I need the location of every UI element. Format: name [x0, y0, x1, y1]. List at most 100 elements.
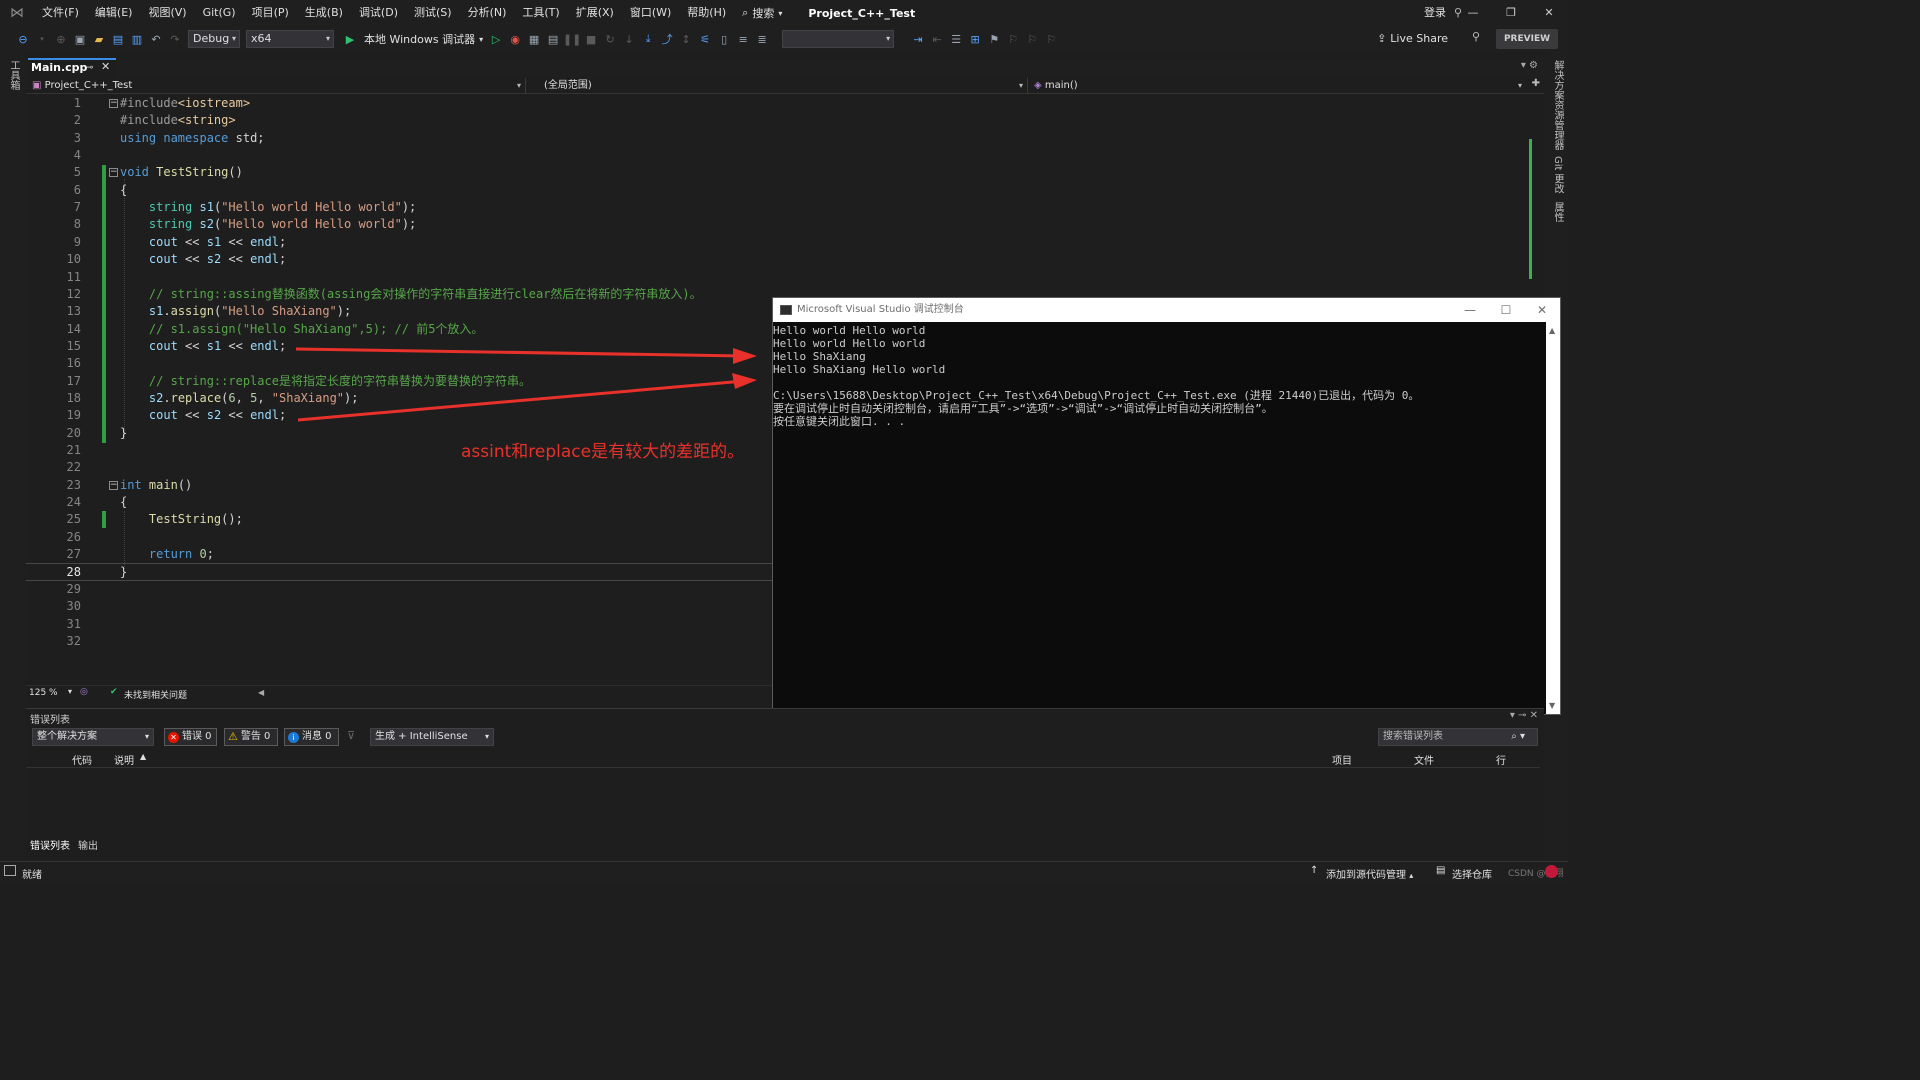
menu-item-1[interactable]: 编辑(E) — [87, 0, 141, 26]
redo-icon[interactable]: ↷ — [166, 30, 184, 48]
collapse-icon[interactable]: − — [109, 99, 118, 108]
start-without-debugging-icon[interactable]: ▷ — [487, 30, 505, 48]
menu-item-10[interactable]: 扩展(X) — [568, 0, 622, 26]
document-icon[interactable]: ▯ — [715, 30, 733, 48]
messages-filter-button[interactable]: i 消息 0 — [284, 728, 339, 746]
platform-select[interactable]: x64 ▾ — [246, 30, 334, 48]
diagnostics-icon[interactable]: ⚟ — [696, 30, 714, 48]
open-folder-icon[interactable]: ▰ — [90, 30, 108, 48]
code-line[interactable]: 5 − void TestString() — [26, 164, 1526, 181]
menu-item-11[interactable]: 窗口(W) — [622, 0, 679, 26]
console-minimize-button[interactable]: — — [1452, 298, 1488, 322]
close-button[interactable]: ✕ — [1530, 0, 1568, 26]
menu-item-9[interactable]: 工具(T) — [514, 0, 567, 26]
toolbox-tab[interactable]: 工具箱 — [7, 60, 19, 90]
pin-icon[interactable]: ⊸ — [86, 60, 94, 76]
browse-icon[interactable]: ▦ — [525, 30, 543, 48]
code-line[interactable]: 11 — [26, 269, 1526, 286]
login-button[interactable]: 登录 — [1424, 0, 1446, 26]
menu-item-2[interactable]: 视图(V) — [140, 0, 194, 26]
stop-icon[interactable]: ■ — [582, 30, 600, 48]
debug-console-window[interactable]: Microsoft Visual Studio 调试控制台 — ☐ ✕ Hell… — [772, 297, 1561, 715]
split-icon[interactable]: ✚ — [1532, 78, 1540, 89]
scroll-left-icon[interactable]: ◀ — [258, 688, 264, 697]
member-dropdown[interactable]: ◈ main() ▾ — [1030, 78, 1526, 94]
add-to-source-control-button[interactable]: 添加到源代码管理 ▴ — [1326, 866, 1413, 881]
search-menu[interactable]: ⌕ 搜索 ▾ — [734, 5, 790, 21]
column-line[interactable]: 行 — [1496, 752, 1506, 767]
error-list-search-input[interactable]: 搜索错误列表 ⌕ ▾ — [1378, 728, 1538, 746]
console-maximize-button[interactable]: ☐ — [1488, 298, 1524, 322]
zoom-level[interactable]: 125 % — [29, 688, 58, 698]
properties-tab[interactable]: 属性 — [1550, 202, 1565, 222]
comment-icon[interactable]: ≡ — [734, 30, 752, 48]
feedback-icon[interactable]: ⚲ — [1472, 30, 1480, 43]
menu-item-7[interactable]: 测试(S) — [406, 0, 460, 26]
hot-reload-icon[interactable]: ◉ — [506, 30, 524, 48]
code-line[interactable]: 1 − #include<iostream> — [26, 95, 1526, 112]
step-over-icon[interactable]: ↓ — [620, 30, 638, 48]
menu-item-12[interactable]: 帮助(H) — [679, 0, 734, 26]
pause-icon[interactable]: ❚❚ — [563, 30, 581, 48]
toggle-icon[interactable]: ⊞ — [966, 30, 984, 48]
filter-icon[interactable]: ⊽ — [347, 729, 355, 742]
git-changes-tab[interactable]: Git 更改 — [1550, 156, 1565, 194]
outdent-icon[interactable]: ⇤ — [928, 30, 946, 48]
restore-button[interactable]: ❐ — [1492, 0, 1530, 26]
step-back-icon[interactable]: ↕ — [677, 30, 695, 48]
menu-item-5[interactable]: 生成(B) — [297, 0, 351, 26]
column-code[interactable]: 代码 — [72, 752, 92, 767]
step-into-icon[interactable]: ⤓ — [639, 30, 657, 48]
menu-item-6[interactable]: 调试(D) — [351, 0, 406, 26]
bookmark-icon[interactable]: ⚑ — [985, 30, 1003, 48]
menu-item-0[interactable]: 文件(F) — [34, 0, 87, 26]
tab-output[interactable]: 输出 — [74, 840, 102, 856]
visual-studio-logo-icon[interactable]: ⋈ — [0, 0, 34, 26]
scope-select[interactable]: 整个解决方案 ▾ — [32, 728, 154, 746]
code-line[interactable]: 9 cout << s1 << endl; — [26, 234, 1526, 251]
errors-filter-button[interactable]: ✕ 错误 0 — [164, 728, 217, 746]
chevron-down-icon[interactable]: ▾ — [68, 687, 72, 696]
warnings-filter-button[interactable]: ⚠ 警告 0 — [224, 728, 278, 746]
code-line[interactable]: 7 string s1("Hello world Hello world"); — [26, 199, 1526, 216]
step-out-icon[interactable]: ⤴ — [658, 30, 676, 48]
column-description[interactable]: 说明 — [114, 752, 134, 767]
collapse-icon[interactable]: − — [109, 480, 118, 490]
close-icon[interactable]: ✕ — [101, 59, 110, 75]
collapse-icon[interactable]: − — [109, 168, 118, 178]
start-debugging-button[interactable]: ▶ 本地 Windows 调试器 ▾ — [341, 30, 483, 48]
live-share-button[interactable]: ⇪ Live Share — [1377, 26, 1448, 52]
layout-icon[interactable]: ▤ — [544, 30, 562, 48]
notification-icon[interactable] — [1545, 865, 1558, 878]
undo-icon[interactable]: ↶ — [147, 30, 165, 48]
save-all-icon[interactable]: ▥ — [128, 30, 146, 48]
intellicode-icon[interactable]: ◎ — [80, 687, 88, 697]
console-close-button[interactable]: ✕ — [1524, 298, 1560, 322]
code-line[interactable]: 8 string s2("Hello world Hello world"); — [26, 216, 1526, 233]
find-combo[interactable]: ▾ — [782, 30, 895, 48]
solution-explorer-tab[interactable]: 解决方案资源管理器 — [1550, 60, 1565, 150]
code-line[interactable]: 10 cout << s2 << endl; — [26, 251, 1526, 268]
panel-controls-icon[interactable]: ▾ ⊸ ✕ — [1510, 710, 1538, 721]
scope-dropdown[interactable]: (全局范围) ▾ — [540, 78, 1028, 94]
restart-icon[interactable]: ↻ — [601, 30, 619, 48]
tab-main-cpp[interactable]: Main.cpp ⊸ ✕ — [28, 58, 116, 78]
next-bookmark-icon[interactable]: ⚐ — [1023, 30, 1041, 48]
clear-bookmarks-icon[interactable]: ⚐ — [1042, 30, 1060, 48]
scroll-up-icon[interactable]: ▲ — [1549, 326, 1555, 335]
forward-icon[interactable]: ⊕ — [52, 30, 70, 48]
configuration-select[interactable]: Debug ▾ — [188, 30, 240, 48]
chevron-down-icon[interactable]: ▾ — [33, 30, 51, 48]
code-line[interactable]: 28} — [26, 563, 772, 581]
column-project[interactable]: 项目 — [1332, 752, 1352, 767]
tab-error-list[interactable]: 错误列表 — [26, 840, 74, 856]
scroll-down-icon[interactable]: ▼ — [1549, 701, 1555, 710]
column-file[interactable]: 文件 — [1414, 752, 1434, 767]
code-line[interactable]: 6{ — [26, 182, 1526, 199]
menu-item-3[interactable]: Git(G) — [195, 0, 244, 26]
uncomment-icon[interactable]: ≣ — [753, 30, 771, 48]
back-icon[interactable]: ⊖ — [14, 30, 32, 48]
project-dropdown[interactable]: ▣ Project_C++_Test ▾ — [28, 78, 526, 94]
preview-button[interactable]: PREVIEW — [1496, 29, 1558, 49]
issues-status[interactable]: 未找到相关问题 — [124, 688, 187, 701]
